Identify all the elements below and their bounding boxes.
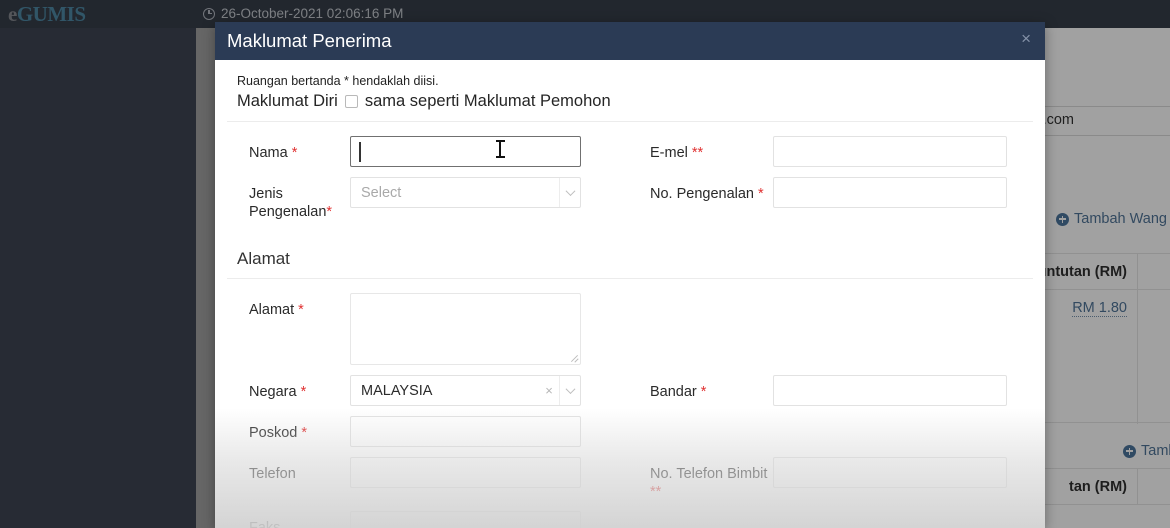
alamat-fields: Alamat * Negara * MALAYSIA × Bandar * Po…	[225, 279, 1035, 528]
field-bandar: Bandar *	[645, 375, 1045, 406]
screen: mail.com Tambah Wang aun Tuntutan (RM) R…	[0, 0, 1170, 528]
bandar-input[interactable]	[773, 375, 1007, 406]
alamat-textarea[interactable]	[350, 293, 581, 365]
emel-required-mark: **	[691, 145, 704, 161]
form-row-faks: Faks	[225, 511, 1035, 528]
faks-label: Faks	[249, 520, 281, 528]
poskod-input[interactable]	[350, 416, 581, 447]
modal-body: Ruangan bertanda * hendaklah diisi. Makl…	[215, 60, 1045, 528]
negara-label: Negara *	[225, 375, 350, 401]
modal-title: Maklumat Penerima	[227, 30, 392, 51]
poskod-label-text: Poskod	[249, 425, 298, 441]
negara-value: MALAYSIA	[361, 382, 433, 399]
maklumat-diri-fields: Nama * E-mel ** Jenis Pengenalan* Select…	[225, 122, 1035, 221]
emel-input[interactable]	[773, 136, 1007, 167]
faks-input[interactable]	[350, 511, 581, 528]
clear-icon[interactable]: ×	[539, 376, 559, 405]
field-jenis-pengenalan: Jenis Pengenalan* Select	[225, 177, 645, 221]
alamat-label: Alamat *	[225, 293, 350, 319]
telefon-input[interactable]	[350, 457, 581, 488]
nama-input[interactable]	[350, 136, 581, 167]
jenis-pengenalan-label-text: Jenis Pengenalan	[249, 186, 327, 220]
chevron-down-icon[interactable]	[559, 178, 580, 207]
bandar-label-text: Bandar	[650, 384, 697, 400]
field-emel: E-mel **	[645, 136, 1045, 167]
field-poskod: Poskod *	[225, 416, 645, 447]
field-nama: Nama *	[225, 136, 645, 167]
nama-label: Nama *	[225, 136, 350, 162]
jenis-pengenalan-label: Jenis Pengenalan*	[225, 177, 350, 221]
field-telefon-bimbit: No. Telefon Bimbit **	[645, 457, 1045, 501]
form-row-poskod: Poskod *	[225, 416, 1035, 447]
alamat-required-mark: *	[298, 302, 304, 318]
telefon-bimbit-label: No. Telefon Bimbit **	[645, 457, 773, 501]
same-as-applicant-row: Maklumat Diri sama seperti Maklumat Pemo…	[225, 88, 1035, 121]
negara-select[interactable]: MALAYSIA ×	[350, 375, 581, 406]
emel-label: E-mel **	[645, 136, 773, 162]
form-row-telefon-bimbit: Telefon No. Telefon Bimbit **	[225, 457, 1035, 501]
poskod-label: Poskod *	[225, 416, 350, 442]
same-as-applicant-checkbox[interactable]	[344, 95, 358, 108]
negara-label-text: Negara	[249, 384, 297, 400]
resize-handle-icon[interactable]	[570, 354, 578, 362]
field-negara: Negara * MALAYSIA ×	[225, 375, 645, 406]
telefon-bimbit-required-mark: **	[650, 484, 662, 500]
form-row-negara-bandar: Negara * MALAYSIA × Bandar *	[225, 375, 1035, 406]
field-faks: Faks	[225, 511, 645, 528]
telefon-label: Telefon	[249, 466, 296, 482]
maklumat-penerima-modal: Maklumat Penerima × Ruangan bertanda * h…	[215, 22, 1045, 528]
nama-label-text: Nama	[249, 145, 288, 161]
alamat-label-text: Alamat	[249, 302, 295, 318]
no-pengenalan-input[interactable]	[773, 177, 1007, 208]
same-as-suffix-label: sama seperti Maklumat Pemohon	[364, 92, 611, 110]
jenis-pengenalan-value: Select	[361, 184, 402, 201]
form-row-alamat: Alamat *	[225, 293, 1035, 365]
telefon-bimbit-label-text: No. Telefon Bimbit	[650, 466, 768, 482]
bandar-required-mark: *	[700, 384, 707, 400]
mouse-cursor-ibeam	[495, 139, 505, 159]
field-alamat: Alamat *	[225, 293, 645, 365]
no-pengenalan-label-text: No. Pengenalan	[650, 186, 754, 202]
required-note: Ruangan bertanda * hendaklah diisi.	[237, 74, 439, 88]
telefon-bimbit-input[interactable]	[773, 457, 1007, 488]
no-pengenalan-required-mark: *	[758, 186, 764, 202]
negara-required-mark: *	[300, 384, 307, 400]
section-title-alamat: Alamat	[237, 249, 290, 268]
jenis-pengenalan-required-mark: *	[326, 204, 333, 220]
field-no-pengenalan: No. Pengenalan *	[645, 177, 1045, 208]
text-caret	[359, 142, 361, 162]
field-telefon: Telefon	[225, 457, 645, 488]
close-icon[interactable]: ×	[1021, 30, 1031, 47]
modal-header: Maklumat Penerima ×	[215, 22, 1045, 60]
nama-required-mark: *	[291, 145, 298, 161]
bandar-label: Bandar *	[645, 375, 773, 401]
emel-label-text: E-mel	[650, 145, 688, 161]
same-as-prefix-label: Maklumat Diri	[237, 92, 338, 110]
form-row-nama-emel: Nama * E-mel **	[225, 136, 1035, 167]
no-pengenalan-label: No. Pengenalan *	[645, 177, 773, 203]
poskod-required-mark: *	[301, 425, 308, 441]
jenis-pengenalan-select[interactable]: Select	[350, 177, 581, 208]
form-row-jenis-nopengenalan: Jenis Pengenalan* Select No. Pengenalan …	[225, 177, 1035, 221]
chevron-down-icon[interactable]	[559, 376, 580, 405]
